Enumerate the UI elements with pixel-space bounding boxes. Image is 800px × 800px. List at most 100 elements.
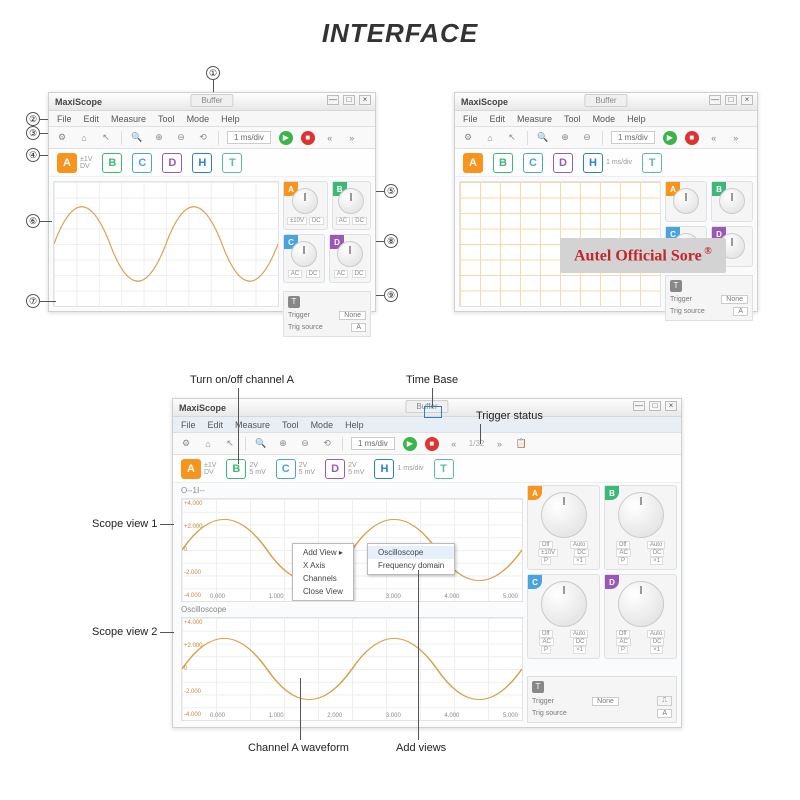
zoom-in-icon[interactable]: ⊕ xyxy=(276,437,290,451)
channel-b[interactable]: B xyxy=(493,153,513,173)
stop-button[interactable]: ■ xyxy=(685,131,699,145)
trigger-mode-dropdown[interactable]: None xyxy=(339,311,366,320)
dial-b[interactable]: BOffAutoACDCP×1 xyxy=(604,485,677,570)
menu-mode[interactable]: Mode xyxy=(187,114,210,124)
menu-mode[interactable]: Mode xyxy=(311,420,334,430)
gear-icon[interactable]: ⚙ xyxy=(55,131,69,145)
dial-a[interactable]: A±10VDC xyxy=(283,181,328,230)
knob-icon[interactable] xyxy=(338,188,364,214)
pointer-icon[interactable]: ↖ xyxy=(99,131,113,145)
nav-prev-icon[interactable]: « xyxy=(323,131,337,145)
timebase-dropdown[interactable]: 1 ms/div xyxy=(611,131,655,144)
max-button[interactable]: □ xyxy=(649,401,661,411)
trigger-source-dropdown[interactable]: A xyxy=(351,323,366,332)
menu-mode[interactable]: Mode xyxy=(593,114,616,124)
trigger-mode-dropdown[interactable]: None xyxy=(721,295,748,304)
channel-c[interactable]: C xyxy=(132,153,152,173)
channel-a[interactable]: A xyxy=(463,153,483,173)
zoom-icon[interactable]: 🔍 xyxy=(254,437,268,451)
nav-prev-icon[interactable]: « xyxy=(447,437,461,451)
trigger-source-dropdown[interactable]: A xyxy=(733,307,748,316)
knob-icon[interactable] xyxy=(541,492,587,538)
min-button[interactable]: — xyxy=(327,95,339,105)
gear-icon[interactable]: ⚙ xyxy=(461,131,475,145)
context-x-axis[interactable]: X Axis xyxy=(293,559,353,572)
close-button[interactable]: × xyxy=(359,95,371,105)
undo-zoom-icon[interactable]: ⟲ xyxy=(320,437,334,451)
timebase-chip[interactable]: H xyxy=(192,153,212,173)
menu-measure[interactable]: Measure xyxy=(517,114,552,124)
scope-view-1[interactable]: +4.000+2.0000-2.000-4.000 0.0001.0002.00… xyxy=(181,498,523,602)
nav-next-icon[interactable]: » xyxy=(492,437,506,451)
scope-view[interactable] xyxy=(53,181,279,307)
pointer-icon[interactable]: ↖ xyxy=(223,437,237,451)
knob-icon[interactable] xyxy=(337,241,363,267)
close-button[interactable]: × xyxy=(741,95,753,105)
menu-help[interactable]: Help xyxy=(221,114,240,124)
context-close-view[interactable]: Close View xyxy=(293,585,353,598)
run-button[interactable]: ▶ xyxy=(663,131,677,145)
nav-next-icon[interactable]: » xyxy=(345,131,359,145)
home-icon[interactable]: ⌂ xyxy=(77,131,91,145)
dial-a[interactable]: AOffAuto±10VDCP×1 xyxy=(527,485,600,570)
pointer-icon[interactable]: ↖ xyxy=(505,131,519,145)
stop-button[interactable]: ■ xyxy=(425,437,439,451)
menu-edit[interactable]: Edit xyxy=(208,420,224,430)
context-sub-oscilloscope[interactable]: Oscilloscope xyxy=(368,546,454,559)
channel-d[interactable]: D xyxy=(553,153,573,173)
channel-b[interactable]: B2V5 mV xyxy=(226,459,265,479)
zoom-out-icon[interactable]: ⊖ xyxy=(174,131,188,145)
run-button[interactable]: ▶ xyxy=(279,131,293,145)
zoom-in-icon[interactable]: ⊕ xyxy=(152,131,166,145)
timebase-chip[interactable]: H1 ms/div xyxy=(583,153,632,173)
dial-b[interactable]: BACDC xyxy=(332,181,371,230)
undo-zoom-icon[interactable]: ⟲ xyxy=(196,131,210,145)
menu-file[interactable]: File xyxy=(463,114,478,124)
run-button[interactable]: ▶ xyxy=(403,437,417,451)
knob-icon[interactable] xyxy=(541,581,587,627)
context-sub-frequency[interactable]: Frequency domain xyxy=(368,559,454,572)
channel-a[interactable]: A±1VDV xyxy=(57,153,92,173)
trigger-chip[interactable]: T xyxy=(222,153,242,173)
home-icon[interactable]: ⌂ xyxy=(201,437,215,451)
channel-c[interactable]: C2V5 mV xyxy=(276,459,315,479)
dial-c[interactable]: COffAutoACDCP×1 xyxy=(527,574,600,659)
context-add-view[interactable]: Add View ▸ xyxy=(293,546,353,559)
menu-file[interactable]: File xyxy=(57,114,72,124)
channel-d[interactable]: D xyxy=(162,153,182,173)
zoom-out-icon[interactable]: ⊖ xyxy=(580,131,594,145)
clipboard-icon[interactable]: 📋 xyxy=(514,437,528,451)
timebase-chip[interactable]: H1 ms/div xyxy=(374,459,423,479)
zoom-in-icon[interactable]: ⊕ xyxy=(558,131,572,145)
scope-view-2[interactable]: +4.000+2.0000-2.000-4.000 0.0001.0002.00… xyxy=(181,617,523,721)
context-menu[interactable]: Add View ▸ X Axis Channels Close View xyxy=(292,543,354,601)
knob-icon[interactable] xyxy=(291,241,317,267)
nav-prev-icon[interactable]: « xyxy=(707,131,721,145)
dial-a[interactable]: A xyxy=(665,181,707,222)
max-button[interactable]: □ xyxy=(343,95,355,105)
close-button[interactable]: × xyxy=(665,401,677,411)
trigger-chip[interactable]: T xyxy=(434,459,454,479)
trigger-chip[interactable]: T xyxy=(642,153,662,173)
menu-measure[interactable]: Measure xyxy=(235,420,270,430)
zoom-out-icon[interactable]: ⊖ xyxy=(298,437,312,451)
buffer-button[interactable]: Buffer xyxy=(190,94,233,107)
timebase-dropdown[interactable]: 1 ms/div xyxy=(351,437,395,450)
zoom-icon[interactable]: 🔍 xyxy=(130,131,144,145)
min-button[interactable]: — xyxy=(633,401,645,411)
home-icon[interactable]: ⌂ xyxy=(483,131,497,145)
context-channels[interactable]: Channels xyxy=(293,572,353,585)
max-button[interactable]: □ xyxy=(725,95,737,105)
menu-edit[interactable]: Edit xyxy=(490,114,506,124)
menu-measure[interactable]: Measure xyxy=(111,114,146,124)
channel-c[interactable]: C xyxy=(523,153,543,173)
channel-b[interactable]: B xyxy=(102,153,122,173)
menu-tool[interactable]: Tool xyxy=(564,114,581,124)
stop-button[interactable]: ■ xyxy=(301,131,315,145)
dial-d[interactable]: DOffAutoACDCP×1 xyxy=(604,574,677,659)
menu-help[interactable]: Help xyxy=(627,114,646,124)
timebase-dropdown[interactable]: 1 ms/div xyxy=(227,131,271,144)
trigger-mode-dropdown[interactable]: None xyxy=(592,697,619,706)
knob-icon[interactable] xyxy=(618,581,664,627)
channel-a[interactable]: A±1VDV xyxy=(181,459,216,479)
